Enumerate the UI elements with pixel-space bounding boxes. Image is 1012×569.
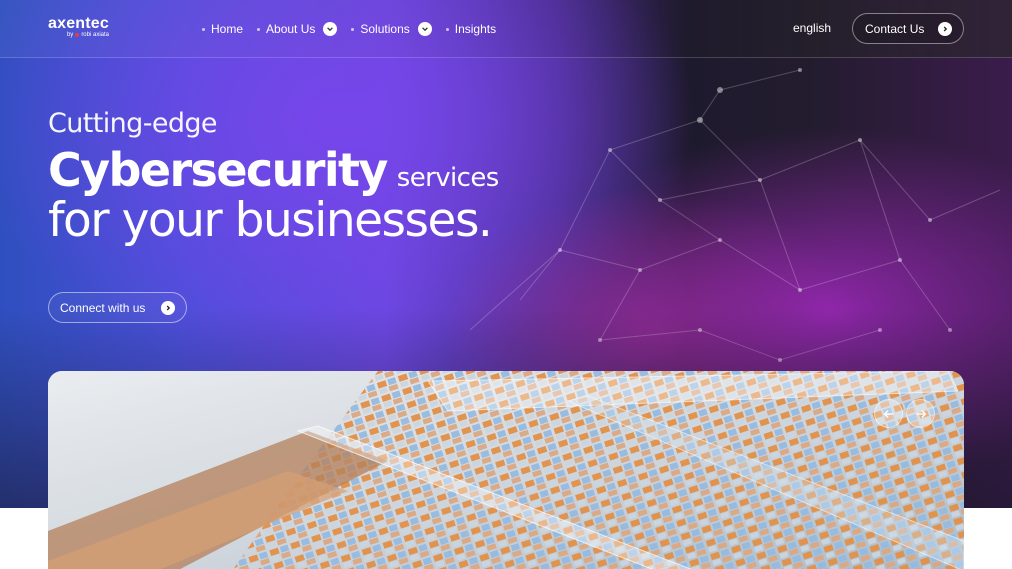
- nav-item-label: About Us: [266, 22, 316, 36]
- arrow-right-icon: [916, 409, 926, 418]
- circuit-illustration: [48, 371, 964, 569]
- brand-logo[interactable]: axentec by robi axiata: [48, 15, 109, 38]
- nav-item-about-us[interactable]: About Us: [257, 20, 338, 38]
- headline-line-3: for your businesses.: [48, 193, 493, 248]
- nav-item-home[interactable]: Home: [202, 20, 243, 38]
- byline-text: by: [66, 32, 74, 38]
- contact-button-label: Contact Us: [865, 21, 925, 36]
- connect-with-us-button[interactable]: Connect with us: [48, 292, 187, 323]
- hero-headline: Cutting-edge Cybersecurity services for …: [48, 108, 499, 248]
- nav-item-solutions[interactable]: Solutions: [351, 20, 432, 38]
- bullet-icon: [351, 27, 355, 31]
- headline-line-2: Cybersecurity services: [48, 143, 499, 197]
- carousel-next-button[interactable]: [906, 399, 935, 428]
- language-selector[interactable]: english: [793, 21, 831, 35]
- cta-label: Connect with us: [60, 300, 146, 315]
- carousel-prev-button[interactable]: [874, 399, 903, 428]
- nav-item-insights[interactable]: Insights: [445, 20, 497, 38]
- headline-services: services: [396, 163, 499, 193]
- hero-image: [48, 371, 964, 569]
- partner-name: robi axiata: [81, 32, 109, 38]
- bullet-icon: [445, 27, 449, 31]
- nav-item-label: Insights: [454, 22, 497, 36]
- arrow-right-icon: [938, 21, 952, 36]
- bullet-icon: [257, 27, 261, 31]
- headline-line-1: Cutting-edge: [48, 108, 218, 139]
- arrow-right-icon: [161, 300, 175, 315]
- chevron-down-icon[interactable]: [323, 22, 338, 36]
- top-navigation: axentec by robi axiata Home About Us Sol…: [0, 0, 1012, 58]
- partner-logo-icon: [75, 33, 80, 37]
- nav-item-label: Home: [211, 22, 244, 36]
- nav-item-label: Solutions: [360, 22, 410, 36]
- main-menu: Home About Us Solutions Insights: [202, 20, 496, 38]
- contact-us-button[interactable]: Contact Us: [852, 13, 964, 44]
- arrow-left-icon: [883, 409, 893, 418]
- brand-name: axentec: [48, 15, 109, 32]
- chevron-down-icon[interactable]: [417, 22, 432, 36]
- bullet-icon: [202, 27, 205, 31]
- headline-emphasis: Cybersecurity: [48, 143, 388, 197]
